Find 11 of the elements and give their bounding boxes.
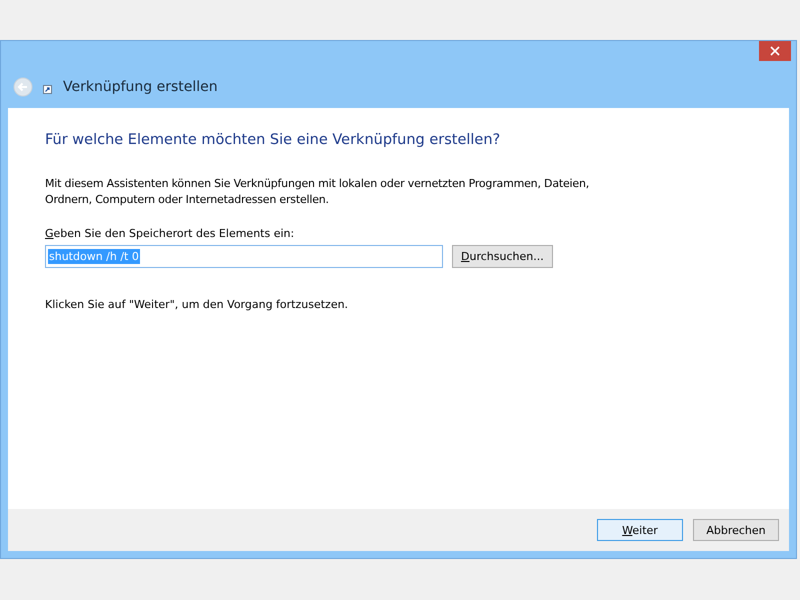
location-label: Geben Sie den Speicherort des Elements ein: <box>45 227 296 240</box>
next-button[interactable]: Weiter <box>597 519 683 541</box>
close-button[interactable] <box>759 41 791 61</box>
cancel-button[interactable]: Abbrechen <box>693 519 779 541</box>
description-text: Mit diesem Assistenten können Sie Verknüpfungen mit lokalen oder vernetzten Programmen, Dateien, Ordnern, Computern oder Internetadressen erstellen. <box>45 176 590 208</box>
hint-text: Klicken Sie auf "Weiter", um den Vorgang fortzusetzen. <box>45 298 350 311</box>
shortcut-icon <box>43 84 52 94</box>
browse-button[interactable]: Durchsuchen... <box>452 245 553 268</box>
wizard-heading: Für welche Elemente möchten Sie eine Verknüpfung erstellen? <box>45 132 502 148</box>
close-icon <box>770 46 780 56</box>
window-title: Verknüpfung erstellen <box>63 79 218 95</box>
